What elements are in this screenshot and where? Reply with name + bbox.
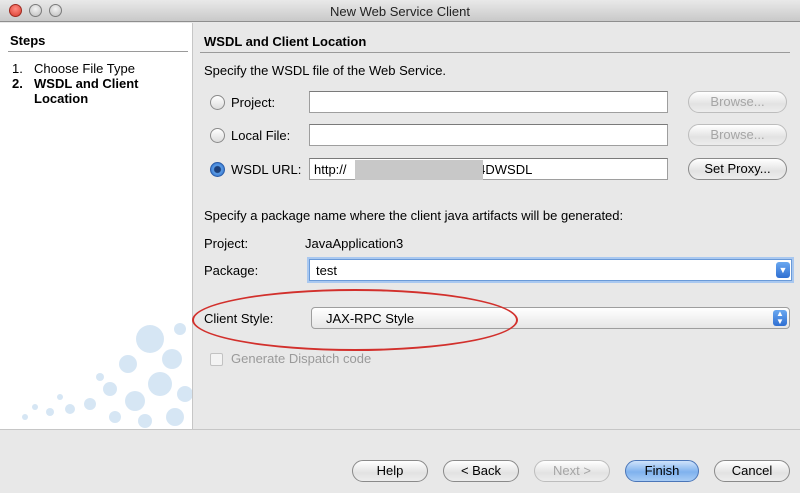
- steps-divider: [8, 51, 188, 52]
- package-combobox[interactable]: test ▼: [309, 259, 792, 281]
- finish-button[interactable]: Finish: [625, 460, 699, 482]
- local-file-radio-label: Local File:: [231, 128, 291, 143]
- help-button[interactable]: Help: [352, 460, 428, 482]
- wsdl-url-suffix: /4DWSDL: [474, 162, 533, 177]
- project-radio[interactable]: [210, 95, 225, 110]
- steps-heading: Steps: [10, 33, 46, 48]
- section-title: WSDL and Client Location: [204, 34, 367, 49]
- step-number: 2.: [12, 76, 23, 91]
- project-value: JavaApplication3: [305, 236, 404, 251]
- generate-dispatch-label: Generate Dispatch code: [231, 351, 372, 366]
- project-field[interactable]: [309, 91, 668, 113]
- back-button[interactable]: < Back: [443, 460, 519, 482]
- cancel-button[interactable]: Cancel: [714, 460, 790, 482]
- project-label: Project:: [204, 236, 249, 251]
- project-radio-label: Project:: [231, 95, 276, 110]
- wsdl-url-radio[interactable]: [210, 162, 225, 177]
- wsdl-instruction: Specify the WSDL file of the Web Service…: [204, 63, 447, 78]
- package-label: Package:: [204, 263, 259, 278]
- local-file-browse-button[interactable]: Browse...: [688, 124, 787, 146]
- highlight-ellipse: [192, 289, 518, 351]
- next-button[interactable]: Next >: [534, 460, 610, 482]
- set-proxy-button[interactable]: Set Proxy...: [688, 158, 787, 180]
- wsdl-url-prefix: http://: [314, 162, 347, 177]
- step-label: WSDL and Client Location: [34, 76, 139, 106]
- title-bar: New Web Service Client: [0, 0, 800, 22]
- step-number: 1.: [12, 61, 23, 76]
- footer-divider: [0, 429, 800, 430]
- steps-panel: Steps 1. Choose File Type 2. WSDL and Clie…: [0, 23, 193, 429]
- local-file-radio[interactable]: [210, 128, 225, 143]
- local-file-field[interactable]: [309, 124, 668, 146]
- updown-arrows-icon: ▲ ▼: [773, 310, 787, 326]
- step-choose-file-type: 1. Choose File Type: [12, 61, 174, 76]
- wsdl-url-radio-label: WSDL URL:: [231, 162, 302, 177]
- chevron-down-icon[interactable]: ▼: [776, 262, 790, 278]
- project-browse-button[interactable]: Browse...: [688, 91, 787, 113]
- window-title: New Web Service Client: [330, 4, 470, 19]
- decorative-bubbles-image: [22, 323, 192, 428]
- package-value: test: [316, 263, 337, 278]
- redaction-block: [355, 160, 483, 180]
- generate-dispatch-checkbox[interactable]: [210, 353, 223, 366]
- section-divider: [200, 52, 790, 53]
- package-instruction: Specify a package name where the client …: [204, 208, 624, 223]
- step-wsdl-client-location: 2. WSDL and Client Location: [12, 76, 174, 106]
- step-label: Choose File Type: [34, 61, 135, 76]
